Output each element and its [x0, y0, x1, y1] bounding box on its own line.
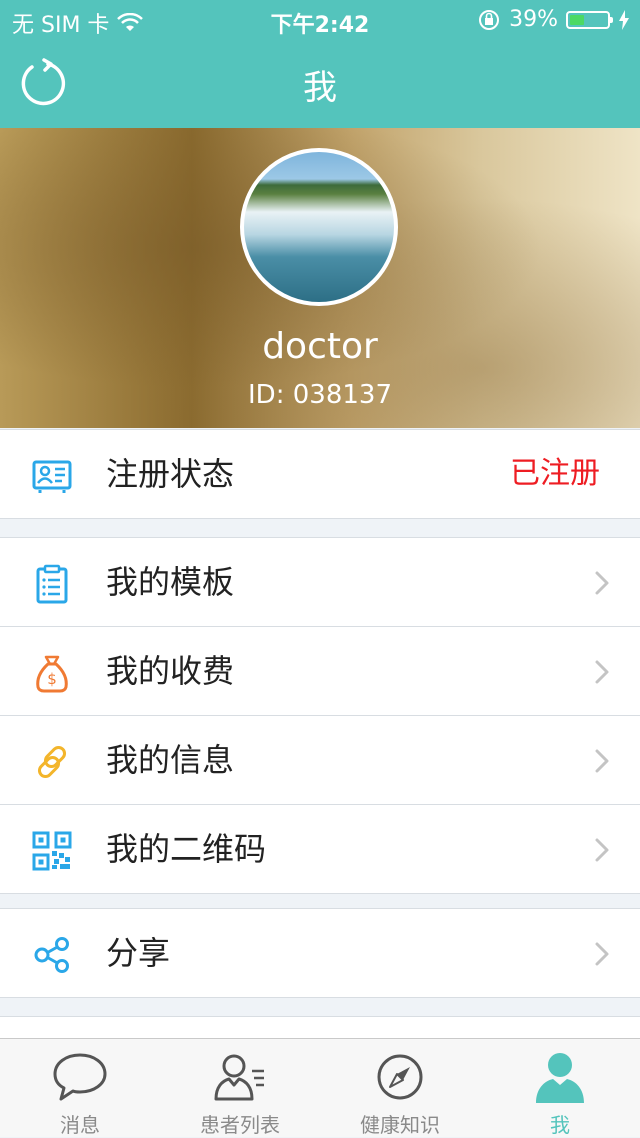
- menu-item-info[interactable]: 我的信息: [0, 715, 640, 804]
- menu-item-label: 我的二维码: [106, 830, 267, 868]
- patient-list-icon: [214, 1054, 264, 1101]
- tab-label: 我: [550, 1113, 570, 1137]
- qrcode-icon: [32, 831, 72, 871]
- battery-icon: [566, 10, 613, 29]
- profile-icon: [536, 1053, 584, 1103]
- link-icon: [37, 745, 67, 779]
- rotation-lock-icon: [479, 9, 500, 30]
- username: doctor: [262, 326, 378, 367]
- money-bag-icon: $: [36, 655, 68, 693]
- clipboard-icon: [36, 564, 68, 604]
- registration-group: 注册状态 已注册: [0, 429, 640, 519]
- menu-item-share[interactable]: 分享: [0, 909, 640, 997]
- chevron-right-icon: [595, 660, 609, 684]
- user-id: ID: 038137: [248, 380, 392, 410]
- compass-icon: [377, 1054, 423, 1100]
- tab-label: 消息: [60, 1113, 100, 1137]
- chat-bubble-icon: [53, 1053, 107, 1101]
- chevron-right-icon: [595, 749, 609, 773]
- chevron-right-icon: [595, 838, 609, 862]
- menu-item-label: 我的收费: [106, 652, 235, 690]
- registration-status-row[interactable]: 注册状态 已注册: [0, 430, 640, 518]
- battery-percent: 39%: [509, 7, 558, 32]
- avatar[interactable]: [240, 148, 398, 306]
- status-bar: 无 SIM 卡 下午2:42 39%: [0, 0, 640, 40]
- charging-bolt-icon: [619, 9, 629, 30]
- tab-label: 健康知识: [360, 1113, 440, 1137]
- menu-item-fees[interactable]: $ 我的收费: [0, 626, 640, 715]
- menu-group: 我的模板 $ 我的收费 我的信息 我的二维码: [0, 537, 640, 894]
- chevron-right-icon: [595, 571, 609, 595]
- tab-patient-list[interactable]: 患者列表: [160, 1039, 320, 1137]
- menu-item-qrcode[interactable]: 我的二维码: [0, 804, 640, 893]
- next-group-edge: [0, 1016, 640, 1039]
- svg-text:$: $: [47, 670, 57, 688]
- chevron-right-icon: [595, 942, 609, 966]
- menu-item-label: 我的模板: [106, 563, 235, 601]
- tab-bar: 消息 患者列表 健康知识 我: [0, 1038, 640, 1137]
- tab-health-knowledge[interactable]: 健康知识: [320, 1039, 480, 1137]
- registration-status-label: 注册状态: [106, 455, 235, 493]
- page-title: 我: [303, 68, 337, 108]
- registration-status-value: 已注册: [510, 456, 600, 491]
- tab-messages[interactable]: 消息: [0, 1039, 160, 1137]
- tab-me[interactable]: 我: [480, 1039, 640, 1137]
- menu-item-label: 我的信息: [106, 741, 235, 779]
- top-bar: 无 SIM 卡 下午2:42 39% 我: [0, 0, 640, 128]
- profile-header: doctor ID: 038137: [0, 128, 640, 428]
- share-icon: [34, 937, 69, 973]
- share-group: 分享: [0, 908, 640, 998]
- menu-item-label: 分享: [106, 934, 171, 972]
- tab-label: 患者列表: [200, 1113, 280, 1137]
- menu-item-templates[interactable]: 我的模板: [0, 538, 640, 626]
- id-card-icon: [32, 460, 72, 493]
